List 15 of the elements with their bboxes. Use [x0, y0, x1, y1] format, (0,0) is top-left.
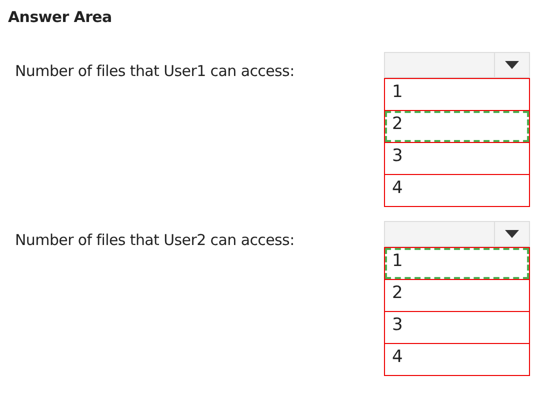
dropdown-option[interactable]: 4	[384, 343, 530, 376]
dropdown-option[interactable]: 1	[384, 78, 530, 111]
question-label: Number of files that User2 can access:	[14, 230, 296, 249]
caret-icon	[505, 230, 519, 238]
dropdown-option[interactable]: 3	[384, 142, 530, 175]
dropdown-option[interactable]: 1	[384, 247, 530, 280]
dropdown-option[interactable]: 3	[384, 311, 530, 344]
dropdown[interactable]	[384, 52, 530, 78]
caret-icon	[505, 61, 519, 69]
question-label: Number of files that User1 can access:	[14, 61, 296, 80]
dropdown-option[interactable]: 2	[384, 110, 530, 143]
dropdown-option[interactable]: 2	[384, 279, 530, 312]
section-title: Answer Area	[7, 7, 113, 26]
dropdown-option[interactable]: 4	[384, 174, 530, 207]
dropdown[interactable]	[384, 221, 530, 247]
